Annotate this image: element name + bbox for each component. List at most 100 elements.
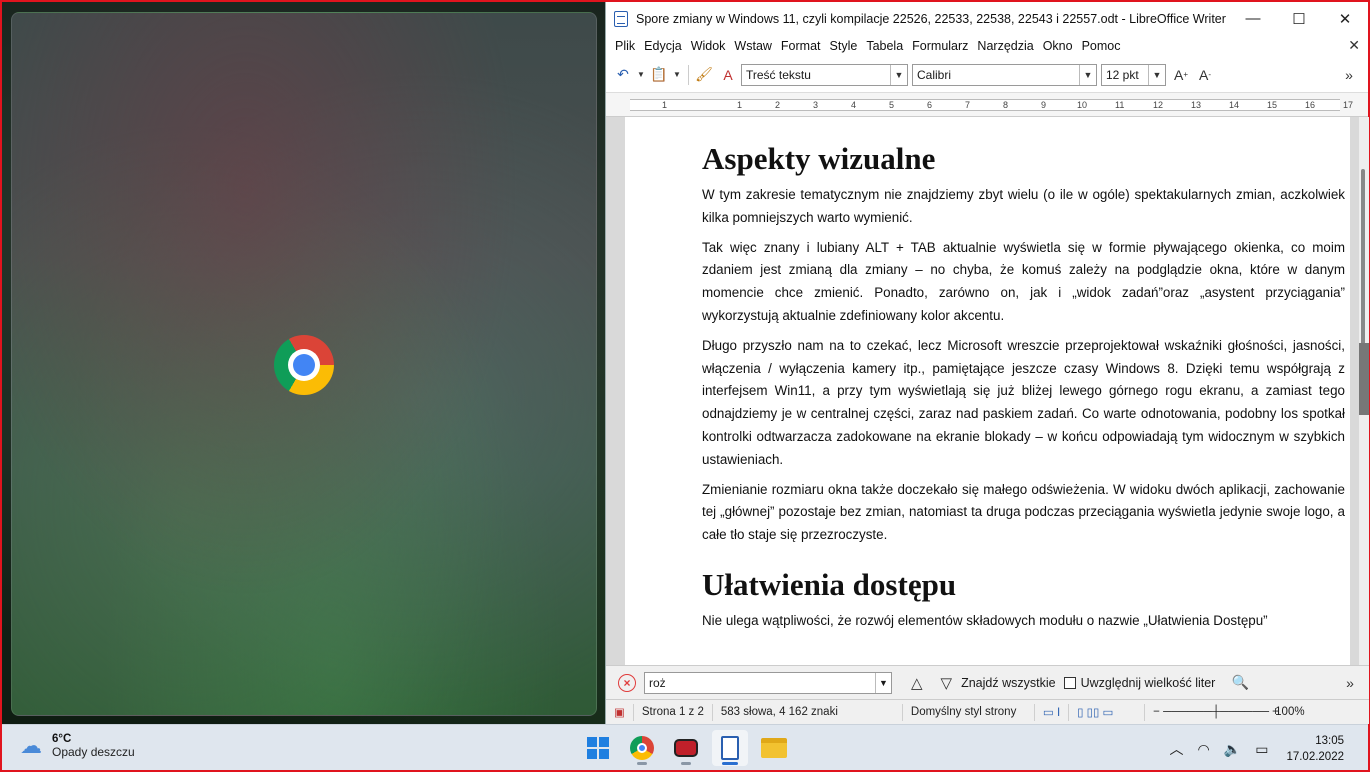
clear-formatting-icon[interactable]: A — [717, 64, 739, 86]
menu-format[interactable]: Format — [778, 39, 827, 53]
find-all-button[interactable]: Znajdź wszystkie — [961, 676, 1055, 690]
formatting-toolbar: ↶ ▼ 📋 ▼ 🖌 A Treść tekstu ▼ Calibri ▼ 12 … — [606, 57, 1368, 93]
menu-pomoc[interactable]: Pomoc — [1079, 39, 1127, 53]
time: 13:05 — [1315, 735, 1344, 747]
font-size-value: 12 pkt — [1106, 67, 1139, 82]
chevron-down-icon[interactable]: ▼ — [1148, 64, 1165, 85]
heading-aspekty-wizualne: Aspekty wizualne — [702, 141, 936, 176]
weather-temp: 6°C — [52, 733, 72, 745]
find-toolbar: × roż ▼ △ ▽ Znajdź wszystkie Uwzględnij … — [606, 665, 1369, 699]
menu-wstaw[interactable]: Wstaw — [731, 39, 778, 53]
status-bar: ▣ Strona 1 z 2 583 słowa, 4 162 znaki Do… — [606, 699, 1369, 724]
ruler-number: 2 — [775, 100, 781, 110]
paragraph-style-select[interactable]: Treść tekstu ▼ — [741, 63, 908, 86]
find-input[interactable]: roż ▼ — [644, 671, 892, 694]
menu-style[interactable]: Style — [827, 39, 864, 53]
paste-icon[interactable]: 📋 — [648, 64, 670, 86]
clone-formatting-icon[interactable]: 🖌 — [693, 64, 715, 86]
clock[interactable]: 13:05 17.02.2022 — [1286, 733, 1344, 765]
ruler-number: 6 — [927, 100, 933, 110]
chevron-down-icon[interactable]: ▼ — [890, 64, 907, 85]
volume-icon[interactable]: 🔈 — [1224, 741, 1241, 758]
menu-okno[interactable]: Okno — [1040, 39, 1079, 53]
page-count[interactable]: Strona 1 z 2 — [634, 703, 713, 721]
vertical-scrollbar[interactable] — [1359, 117, 1369, 665]
menu-formularz[interactable]: Formularz — [909, 39, 974, 53]
paragraph: Tak więc znany i lubiany ALT + TAB aktua… — [702, 239, 1345, 323]
find-next-icon[interactable]: ▽ — [941, 674, 953, 692]
system-tray: ︿ ◠ 🔈 ▭ 13:05 17.02.2022 — [1156, 733, 1344, 765]
minimize-button[interactable]: — — [1230, 2, 1276, 35]
paste-dropdown-icon[interactable]: ▼ — [672, 64, 682, 86]
word-count[interactable]: 583 słowa, 4 162 znaki — [713, 703, 903, 721]
chrome-snapped-window[interactable] — [11, 12, 597, 716]
ruler-number: 10 — [1077, 100, 1088, 110]
taskbar: ☁ 6°C Opady deszczu ︿ ◠ 🔈 ▭ 13:05 17.02.… — [2, 724, 1368, 770]
folder-icon — [761, 738, 787, 758]
taskbar-game[interactable] — [668, 730, 704, 766]
ruler-number: 1 — [662, 100, 668, 110]
save-status-icon: ▣ — [606, 703, 634, 721]
weather-widget[interactable]: ☁ 6°C Opady deszczu — [20, 733, 135, 759]
increase-font-icon[interactable]: A + — [1170, 64, 1192, 86]
paragraph: W tym zakresie tematycznym nie znajdziem… — [702, 187, 1345, 225]
heading-ulatwienia-dostepu: Ułatwienia dostępu — [702, 566, 957, 602]
document-page[interactable]: Aspekty wizualne W tym zakresie tematycz… — [625, 117, 1350, 665]
close-document-icon[interactable]: ✕ — [1348, 37, 1360, 54]
find-replace-icon[interactable]: 🔍 — [1229, 672, 1251, 694]
chevron-down-icon[interactable]: ▼ — [875, 672, 891, 693]
menu-tabela[interactable]: Tabela — [863, 39, 909, 53]
close-find-icon[interactable]: × — [618, 673, 636, 692]
page-style[interactable]: Domyślny styl strony — [903, 703, 1035, 721]
ruler-number: 1 — [737, 100, 743, 110]
more-find-icon[interactable]: » — [1339, 672, 1361, 694]
find-query: roż — [649, 675, 666, 690]
writer-window: Spore zmiany w Windows 11, czyli kompila… — [605, 2, 1369, 724]
ruler-number: 11 — [1115, 100, 1125, 110]
ruler[interactable]: 1 1 2 3 4 5 6 7 8 9 10 11 12 13 14 15 16… — [606, 93, 1368, 117]
ruler-number: 9 — [1041, 100, 1047, 110]
date: 17.02.2022 — [1286, 751, 1344, 763]
separator — [688, 64, 689, 85]
ruler-number: 3 — [813, 100, 819, 110]
menu-plik[interactable]: Plik — [612, 39, 641, 53]
title-bar: Spore zmiany w Windows 11, czyli kompila… — [606, 2, 1368, 35]
font-size-select[interactable]: 12 pkt ▼ — [1101, 63, 1166, 86]
close-button[interactable]: ✕ — [1322, 2, 1368, 35]
wifi-icon[interactable]: ◠ — [1198, 741, 1210, 758]
ruler-number: 15 — [1267, 100, 1278, 110]
paragraph-style-value: Treść tekstu — [746, 67, 811, 82]
ruler-number: 16 — [1305, 100, 1316, 110]
text-selection-icon[interactable]: ▭ I — [1035, 703, 1070, 721]
find-previous-icon[interactable]: △ — [911, 674, 923, 692]
chevron-up-icon[interactable]: ︿ — [1170, 739, 1184, 759]
menu-bar: Plik Edycja Widok Wstaw Format Style Tab… — [606, 35, 1368, 57]
taskbar-file-explorer[interactable] — [756, 730, 792, 766]
maximize-button[interactable]: ☐ — [1276, 2, 1322, 35]
ruler-number: 4 — [851, 100, 857, 110]
menu-edycja[interactable]: Edycja — [641, 39, 688, 53]
more-tools-icon[interactable]: » — [1338, 64, 1360, 86]
start-button[interactable] — [580, 730, 616, 766]
taskbar-writer[interactable] — [712, 730, 748, 766]
menu-widok[interactable]: Widok — [688, 39, 732, 53]
page-content[interactable]: Aspekty wizualne W tym zakresie tematycz… — [702, 141, 1345, 640]
paragraph: Nie ulega wątpliwości, że rozwój element… — [702, 612, 1268, 628]
paragraph: Długo przyszło nam na to czekać, lecz Mi… — [702, 337, 1345, 467]
taskbar-chrome[interactable] — [624, 730, 660, 766]
scroll-thumb[interactable] — [1361, 169, 1365, 359]
sidebar-handle[interactable] — [1359, 343, 1369, 415]
decrease-font-icon[interactable]: A- — [1194, 64, 1216, 86]
menu-narzedzia[interactable]: Narzędzia — [974, 39, 1039, 53]
zoom-slider[interactable]: − ──────┼────── + — [1145, 704, 1279, 721]
match-case-checkbox[interactable] — [1063, 676, 1076, 689]
undo-dropdown-icon[interactable]: ▼ — [636, 64, 646, 86]
zoom-level[interactable]: 100% — [1267, 704, 1312, 721]
ruler-number: 13 — [1191, 100, 1202, 110]
view-layout-icon[interactable]: ▯ ▯▯ ▭ — [1069, 703, 1146, 721]
undo-icon[interactable]: ↶ — [612, 64, 634, 86]
ruler-number: 14 — [1229, 100, 1240, 110]
chevron-down-icon[interactable]: ▼ — [1079, 64, 1096, 85]
font-name-select[interactable]: Calibri ▼ — [912, 63, 1097, 86]
battery-icon[interactable]: ▭ — [1255, 741, 1268, 758]
